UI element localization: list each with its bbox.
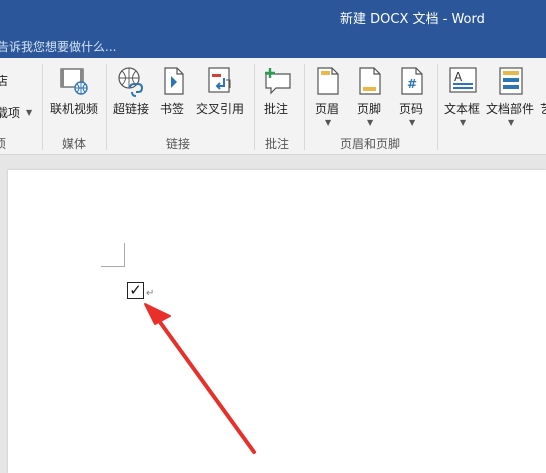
chevron-down-icon: ▼ <box>460 118 467 127</box>
online-video-button[interactable]: 联机视频 <box>46 64 102 120</box>
hyperlink-button[interactable]: 超链接 <box>110 64 154 120</box>
chevron-down-icon: ▼ <box>325 118 332 127</box>
title-bar: 新建 DOCX 文档 - Word <box>0 0 546 34</box>
header-button[interactable]: 页眉 ▼ <box>310 64 346 128</box>
paragraph-mark: ↵ <box>146 288 155 299</box>
group-divider <box>254 64 255 150</box>
window-title: 新建 DOCX 文档 - Word <box>340 12 485 27</box>
chevron-down-icon: ▼ <box>409 118 416 127</box>
svg-text:#: # <box>407 77 417 91</box>
page-number-icon: # <box>401 67 423 95</box>
bookmark-button[interactable]: 书签 <box>158 64 190 120</box>
tell-me-bar[interactable]: 告诉我您想要做什么... <box>0 34 546 58</box>
margin-corner-marker <box>101 243 125 267</box>
group-label-comments: 批注 <box>265 137 290 151</box>
group-label-links: 链接 <box>166 137 191 151</box>
document-page[interactable] <box>8 170 546 473</box>
chevron-down-icon: ▼ <box>26 108 33 117</box>
cross-reference-icon <box>208 67 231 93</box>
group-label-header-footer: 页眉和页脚 <box>340 137 401 151</box>
checked-checkbox-symbol[interactable]: ✓ <box>127 282 144 299</box>
hyperlink-icon <box>118 67 144 97</box>
cross-reference-button[interactable]: 交叉引用 <box>194 64 250 120</box>
quick-parts-button[interactable]: 文档部件 ▼ <box>486 64 538 128</box>
footer-button[interactable]: 页脚 ▼ <box>352 64 388 128</box>
chevron-down-icon: ▼ <box>508 118 515 127</box>
bookmark-icon <box>164 67 184 95</box>
comment-icon <box>265 68 291 95</box>
chevron-down-icon: ▼ <box>367 118 374 127</box>
online-video-icon <box>60 68 88 95</box>
group-divider <box>106 64 107 150</box>
footer-icon <box>359 67 381 95</box>
addins-button[interactable]: 载项 ▼ <box>0 104 40 122</box>
text-box-button[interactable]: A 文本框 ▼ <box>442 64 484 128</box>
store-button[interactable]: 店 <box>0 72 12 90</box>
new-comment-button[interactable]: 批注 <box>258 64 298 120</box>
wordart-button[interactable]: 艺 <box>540 64 546 120</box>
group-label-media: 媒体 <box>62 137 87 151</box>
text-box-icon: A <box>449 67 477 93</box>
quick-parts-icon <box>499 67 523 95</box>
page-number-button[interactable]: # 页码 ▼ <box>394 64 430 128</box>
group-divider <box>437 64 438 150</box>
header-icon <box>317 67 339 95</box>
tell-me-input[interactable]: 告诉我您想要做什么... <box>0 38 116 55</box>
svg-text:A: A <box>454 70 463 84</box>
group-divider <box>304 64 305 150</box>
group-divider <box>42 64 43 150</box>
group-label-addins: 项 <box>0 137 7 151</box>
